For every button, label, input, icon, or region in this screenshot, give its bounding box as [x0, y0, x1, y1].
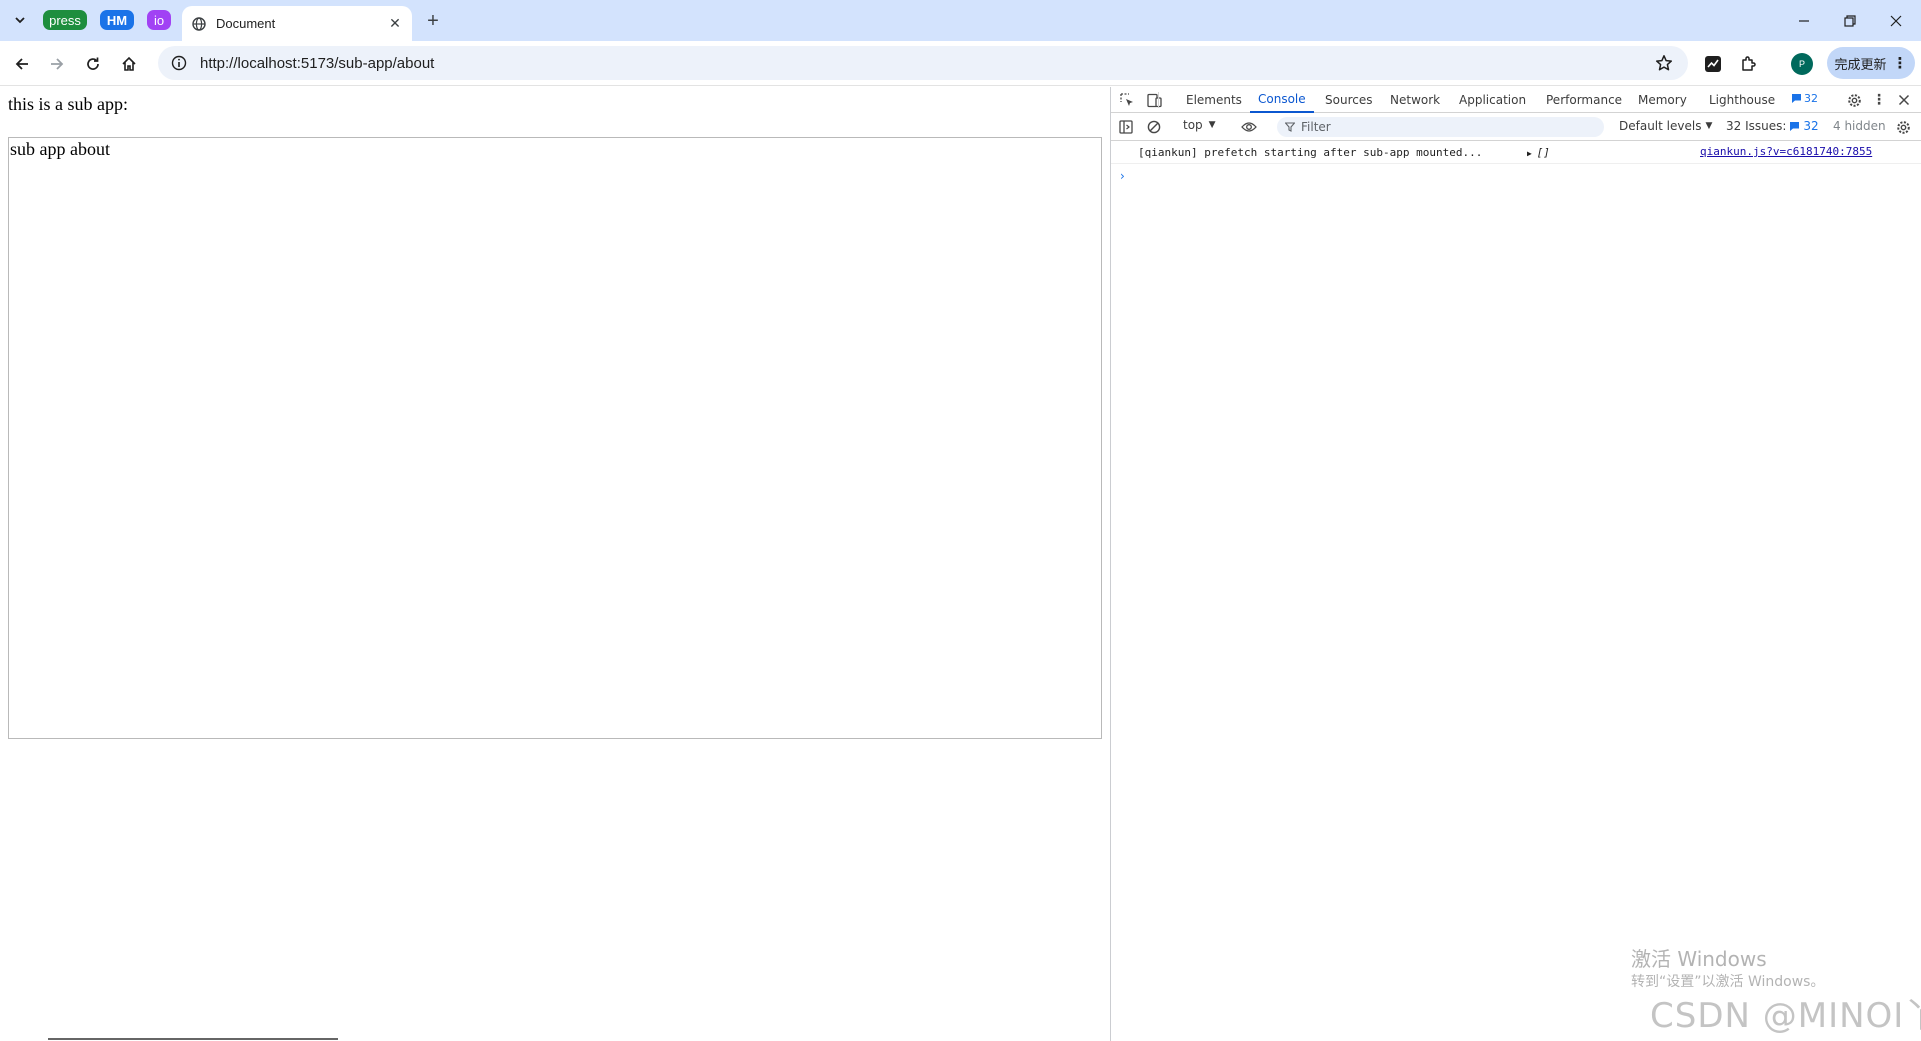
console-filter-input[interactable]: Filter — [1277, 117, 1604, 137]
address-bar[interactable]: http://localhost:5173/sub-app/about — [158, 46, 1688, 80]
message-icon — [1792, 94, 1801, 103]
issues-badge-count: 32 — [1804, 92, 1818, 105]
pinned-tab-press[interactable]: press — [43, 10, 87, 30]
issues-counter[interactable]: 32 Issues: 32 — [1726, 119, 1819, 133]
puzzle-icon — [1742, 56, 1756, 71]
tab-strip: press HM io Document ✕ + — [0, 0, 1921, 41]
sub-app-container: sub app about — [8, 137, 1102, 739]
hidden-messages-count: 4 hidden — [1833, 119, 1886, 133]
console-message-value[interactable]: ▶ [] — [1527, 146, 1550, 159]
update-button[interactable]: 完成更新 ⋮ — [1827, 47, 1915, 79]
csdn-watermark: CSDN @MINOI丫 — [1650, 996, 1921, 1036]
active-tab[interactable]: Document ✕ — [182, 6, 412, 41]
tab-console[interactable]: Console — [1250, 87, 1314, 113]
console-settings-gear-icon[interactable] — [1893, 117, 1913, 137]
tab-performance[interactable]: Performance — [1538, 87, 1630, 113]
update-button-label: 完成更新 — [1834, 56, 1887, 72]
tab-elements[interactable]: Elements — [1178, 87, 1250, 113]
sub-app-text: sub app about — [10, 139, 110, 159]
clear-console-icon[interactable] — [1144, 117, 1164, 137]
new-tab-button[interactable]: + — [420, 8, 446, 34]
chevron-down-icon — [15, 17, 25, 24]
horizontal-scrollbar[interactable] — [48, 1038, 338, 1040]
back-arrow-icon — [15, 58, 28, 70]
trend-chart-icon — [1705, 56, 1721, 72]
forward-button[interactable] — [41, 48, 73, 80]
bookmark-star-icon[interactable] — [1648, 47, 1680, 79]
settings-gear-icon[interactable] — [1844, 90, 1864, 110]
browser-toolbar: http://localhost:5173/sub-app/about P 完成… — [0, 41, 1921, 86]
tab-network[interactable]: Network — [1382, 87, 1448, 113]
issues-badge[interactable]: 32 — [1791, 92, 1818, 105]
console-message: [qiankun] prefetch starting after sub-ap… — [1111, 142, 1921, 164]
close-window-button[interactable] — [1873, 0, 1919, 41]
pinned-tab-hm[interactable]: HM — [100, 10, 134, 30]
console-source-link[interactable]: qiankun.js?v=c6181740:7855 — [1700, 145, 1872, 158]
extension-chart-button[interactable] — [1697, 48, 1729, 80]
pinned-tab-io[interactable]: io — [147, 10, 171, 30]
dropdown-arrow-icon: ▼ — [1208, 120, 1216, 130]
close-icon — [1890, 15, 1902, 26]
globe-icon — [192, 16, 206, 31]
expand-triangle-icon: ▶ — [1527, 149, 1537, 158]
devtools-panel: Elements Console Sources Network Applica… — [1110, 87, 1921, 1041]
log-levels-dropdown[interactable]: Default levels ▼ — [1619, 119, 1712, 133]
restore-icon — [1844, 14, 1856, 27]
reload-button[interactable] — [77, 48, 109, 80]
context-selector[interactable]: top ▼ — [1183, 118, 1216, 132]
device-toolbar-icon[interactable] — [1144, 90, 1164, 110]
console-array-value: [] — [1536, 146, 1550, 159]
page-viewport: this is a sub app: sub app about — [0, 87, 1110, 1041]
minimize-button[interactable] — [1781, 0, 1827, 41]
site-info-icon[interactable] — [164, 48, 194, 78]
console-prompt-chevron-icon[interactable]: › — [1120, 169, 1125, 183]
page-heading: this is a sub app: — [8, 94, 128, 114]
filter-placeholder: Filter — [1301, 120, 1331, 134]
dropdown-arrow-icon: ▼ — [1705, 121, 1713, 131]
tab-title: Document — [216, 16, 276, 31]
forward-arrow-icon — [51, 58, 64, 70]
kebab-menu-icon: ⋮ — [1892, 55, 1908, 72]
back-button[interactable] — [6, 48, 38, 80]
windows-activation-title: 激活 Windows — [1631, 947, 1767, 971]
restore-button[interactable] — [1827, 0, 1873, 41]
sidebar-toggle-icon[interactable] — [1116, 117, 1136, 137]
tab-search-button[interactable] — [7, 8, 33, 32]
home-icon — [122, 56, 136, 71]
console-toolbar: top ▼ Filter Default levels ▼ 32 Issues:… — [1111, 113, 1921, 141]
devtools-tab-bar: Elements Console Sources Network Applica… — [1111, 87, 1921, 113]
issues-label: 32 Issues: — [1726, 119, 1787, 133]
devtools-separator — [1158, 92, 1160, 108]
url-text[interactable]: http://localhost:5173/sub-app/about — [200, 55, 1648, 72]
close-devtools-icon[interactable] — [1894, 90, 1914, 110]
home-button[interactable] — [113, 48, 145, 80]
close-tab-icon[interactable]: ✕ — [384, 13, 406, 35]
log-levels-label: Default levels — [1619, 119, 1702, 133]
message-icon — [1790, 121, 1800, 131]
tab-sources[interactable]: Sources — [1317, 87, 1380, 113]
extensions-button[interactable] — [1733, 48, 1765, 80]
reload-icon — [87, 57, 99, 70]
minimize-icon — [1799, 19, 1809, 22]
more-options-icon[interactable]: ⋮ — [1869, 90, 1889, 110]
filter-funnel-icon — [1285, 122, 1295, 132]
console-message-text: [qiankun] prefetch starting after sub-ap… — [1138, 146, 1483, 159]
tab-lighthouse[interactable]: Lighthouse — [1701, 87, 1783, 113]
context-selector-value: top — [1183, 118, 1203, 132]
inspect-element-icon[interactable] — [1117, 90, 1137, 110]
issues-number: 32 — [1803, 119, 1819, 133]
tab-memory[interactable]: Memory — [1630, 87, 1695, 113]
tab-application[interactable]: Application — [1451, 87, 1534, 113]
profile-avatar[interactable]: P — [1791, 53, 1813, 75]
live-expression-eye-icon[interactable] — [1239, 117, 1259, 137]
